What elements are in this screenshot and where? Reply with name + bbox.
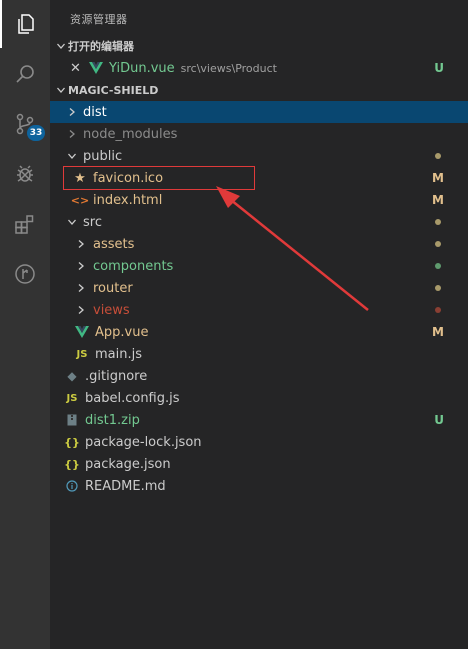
annotation-arrow bbox=[216, 186, 369, 311]
